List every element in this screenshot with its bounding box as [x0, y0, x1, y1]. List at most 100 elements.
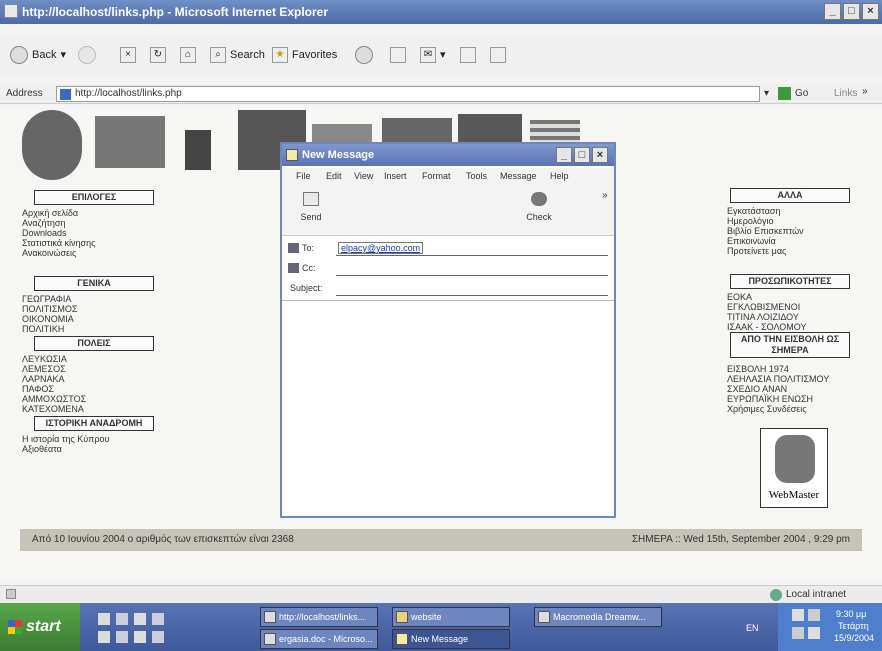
menu-heading-alla: ΑΛΛΑ — [730, 188, 850, 203]
link-calendar[interactable]: Ημερολόγιο — [727, 216, 774, 226]
media-button[interactable] — [355, 44, 373, 66]
stop-button[interactable]: × — [120, 44, 136, 66]
go-arrow-icon[interactable] — [778, 87, 791, 100]
subject-input[interactable] — [336, 280, 608, 296]
tray-icon[interactable] — [808, 609, 820, 621]
chevron-right-icon[interactable]: » — [862, 86, 868, 97]
address-book-icon[interactable] — [288, 243, 299, 253]
tray-icon[interactable] — [792, 609, 804, 621]
menu-message[interactable]: Message — [500, 171, 537, 181]
intranet-icon — [770, 589, 782, 601]
address-book-icon[interactable] — [288, 263, 299, 273]
refresh-button[interactable]: ↻ — [150, 44, 166, 66]
dialog-maximize-icon[interactable]: □ — [574, 147, 590, 163]
link-looting[interactable]: ΛΕΗΛΑΣΙΑ ΠΟΛΙΤΙΣΜΟΥ — [727, 374, 829, 384]
quick-launch-icon[interactable] — [152, 631, 164, 643]
task-word[interactable]: ergasia.doc - Microso... — [260, 629, 378, 649]
menu-help[interactable]: Help — [550, 171, 569, 181]
print-button[interactable] — [460, 44, 476, 66]
link-search[interactable]: Αναζήτηση — [22, 218, 65, 228]
tray-icon[interactable] — [792, 627, 804, 639]
language-indicator[interactable]: EN — [746, 623, 759, 633]
quick-launch-icon[interactable] — [152, 613, 164, 625]
search-button[interactable]: ⌕ Search — [210, 44, 265, 66]
toolbar-more-icon[interactable]: » — [602, 190, 608, 201]
task-ie[interactable]: http://localhost/links... — [260, 607, 378, 627]
link-sights[interactable]: Αξιοθέατα — [22, 444, 62, 454]
link-isaak[interactable]: ΙΣΑΑΚ - ΣΟΛΟΜΟΥ — [727, 322, 807, 332]
menu-format[interactable]: Format — [422, 171, 451, 181]
back-button[interactable]: Back ▾ — [10, 44, 66, 66]
menu-insert[interactable]: Insert — [384, 171, 407, 181]
link-larnaca[interactable]: ΛΑΡΝΑΚΑ — [22, 374, 65, 384]
dialog-close-icon[interactable]: × — [592, 147, 608, 163]
link-eoka[interactable]: ΕΟΚΑ — [727, 292, 752, 302]
quick-launch-icon[interactable] — [134, 613, 146, 625]
link-annan-plan[interactable]: ΣΧΕΔΙΟ ΑΝΑΝ — [727, 384, 787, 394]
dialog-minimize-icon[interactable]: _ — [556, 147, 572, 163]
folder-icon — [396, 611, 408, 623]
mail-button[interactable]: ✉ ▾ — [420, 44, 446, 66]
webmaster-badge[interactable]: WebMaster — [760, 428, 828, 508]
history-button[interactable] — [390, 44, 406, 66]
link-statistics[interactable]: Στατιστικά κίνησης — [22, 238, 95, 248]
new-message-window: New Message _ □ × File Edit View Insert … — [280, 142, 616, 518]
menu-view[interactable]: View — [354, 171, 373, 181]
link-recommend[interactable]: Προτείνετε μας — [727, 246, 786, 256]
quick-launch-icon[interactable] — [98, 631, 110, 643]
link-home[interactable]: Αρχική σελίδα — [22, 208, 78, 218]
messenger-button[interactable] — [490, 44, 506, 66]
link-economy[interactable]: ΟΙΚΟΝΟΜΙΑ — [22, 314, 74, 324]
start-button[interactable]: start — [0, 603, 80, 651]
tray-icon[interactable] — [808, 627, 820, 639]
menu-edit[interactable]: Edit — [326, 171, 342, 181]
link-nicosia[interactable]: ΛΕΥΚΩΣΙΑ — [22, 354, 67, 364]
send-button[interactable]: Send — [294, 192, 328, 230]
forward-button[interactable] — [78, 44, 96, 66]
link-politics[interactable]: ΠΟΛΙΤΙΚΗ — [22, 324, 64, 334]
quick-launch-icon[interactable] — [134, 631, 146, 643]
link-enclaved[interactable]: ΕΓΚΛΩΒΙΣΜΕΝΟΙ — [727, 302, 800, 312]
task-dreamweaver[interactable]: Macromedia Dreamw... — [534, 607, 662, 627]
browser-toolbar: Back ▾ × ↻ ⌂ ⌕ Search ★ Favorites ✉ ▾ — [0, 36, 882, 76]
link-contact[interactable]: Επικοινωνία — [727, 236, 776, 246]
to-input[interactable]: elpacy@yahoo.com — [336, 240, 608, 256]
address-input[interactable]: http://localhost/links.php — [56, 86, 760, 102]
menu-heading-history: ΙΣΤΟΡΙΚΗ ΑΝΑΔΡΟΜΗ — [34, 416, 154, 431]
link-geography[interactable]: ΓΕΩΓΡΑΦΙΑ — [22, 294, 71, 304]
go-button[interactable]: Go — [795, 88, 808, 99]
check-button[interactable]: Check — [522, 192, 556, 230]
link-invasion-1974[interactable]: ΕΙΣΒΟΛΗ 1974 — [727, 364, 789, 374]
maximize-icon[interactable]: □ — [843, 3, 860, 20]
link-eu[interactable]: ΕΥΡΩΠΑΪΚΗ ΕΝΩΣΗ — [727, 394, 813, 404]
link-guestbook[interactable]: Βιβλίο Επισκεπτών — [727, 226, 804, 236]
subject-label: Subject: — [290, 283, 323, 293]
link-limassol[interactable]: ΛΕΜΕΣΟΣ — [22, 364, 66, 374]
close-icon[interactable]: × — [862, 3, 879, 20]
link-install[interactable]: Εγκατάσταση — [727, 206, 780, 216]
link-history-cyprus[interactable]: Η ιστορία της Κύπρου — [22, 434, 109, 444]
menu-file[interactable]: File — [296, 171, 311, 181]
quick-launch-icon[interactable] — [116, 613, 128, 625]
link-announcements[interactable]: Ανακοινώσεις — [22, 248, 76, 258]
quick-launch-icon[interactable] — [116, 631, 128, 643]
minimize-icon[interactable]: _ — [824, 3, 841, 20]
link-famagusta[interactable]: ΑΜΜΟΧΩΣΤΟΣ — [22, 394, 86, 404]
link-titina[interactable]: ΤΙΤΙΝΑ ΛΟΙΖΙΔΟΥ — [727, 312, 799, 322]
favorites-button[interactable]: ★ Favorites — [272, 44, 337, 66]
home-button[interactable]: ⌂ — [180, 44, 196, 66]
task-new-message[interactable]: New Message — [392, 629, 510, 649]
new-message-title-bar[interactable]: New Message _ □ × — [282, 144, 614, 166]
task-website[interactable]: website — [392, 607, 510, 627]
quick-launch-icon[interactable] — [98, 613, 110, 625]
message-body[interactable] — [282, 300, 614, 516]
link-culture[interactable]: ΠΟΛΙΤΙΣΜΟΣ — [22, 304, 77, 314]
cc-input[interactable] — [336, 260, 608, 276]
link-occupied[interactable]: ΚΑΤΕΧΟΜΕΝΑ — [22, 404, 84, 414]
address-dropdown-icon[interactable]: ▾ — [764, 88, 769, 99]
link-paphos[interactable]: ΠΑΦΟΣ — [22, 384, 54, 394]
links-button[interactable]: Links — [834, 88, 857, 99]
link-useful-links[interactable]: Χρήσιμες Συνδέσεις — [727, 404, 807, 414]
link-downloads[interactable]: Downloads — [22, 228, 67, 238]
menu-tools[interactable]: Tools — [466, 171, 487, 181]
